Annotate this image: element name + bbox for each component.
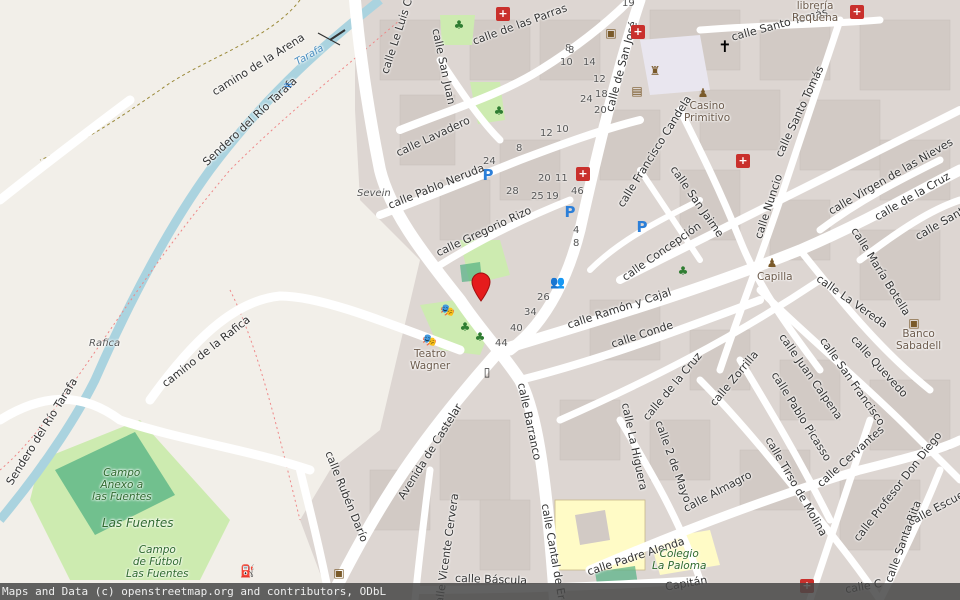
house-number: 28	[506, 186, 519, 197]
poi-label: Casino Primitivo	[684, 100, 731, 124]
tree-icon: ♣	[459, 320, 471, 334]
tree-icon: ♣	[493, 104, 505, 118]
pharmacy-icon[interactable]: +	[496, 7, 510, 21]
tree-icon: ♣	[453, 18, 465, 32]
traffic-light-icon: ▯	[483, 365, 491, 379]
water-icon: ≈	[282, 78, 294, 92]
parking-icon[interactable]: P	[481, 168, 495, 183]
map-attribution: Maps and Data (c) openstreetmap.org and …	[0, 583, 960, 600]
theatre-icon[interactable]: 🎭	[422, 333, 437, 347]
poi-label: Sevein	[357, 188, 391, 199]
pharmacy-icon[interactable]: +	[850, 5, 864, 19]
house-number: 20	[538, 173, 551, 184]
house-number: 20	[594, 105, 607, 116]
house-number: 10	[556, 124, 569, 135]
house-number: 44	[495, 338, 508, 349]
tree-icon: ♣	[474, 330, 486, 344]
monument-icon[interactable]: ♜	[648, 64, 662, 78]
poi-label: Capilla	[757, 271, 793, 283]
theatre-icon[interactable]: 🎭	[440, 303, 455, 317]
house-number: 12	[540, 128, 553, 139]
poi-label: Teatro Wagner	[410, 348, 451, 372]
location-marker-icon[interactable]	[470, 272, 492, 302]
parking-icon[interactable]: P	[635, 220, 649, 235]
house-number: 10	[560, 57, 573, 68]
poi-label: Banco Sabadell	[896, 328, 942, 352]
bank-icon[interactable]: ▣	[604, 26, 618, 40]
pharmacy-icon[interactable]: +	[576, 167, 590, 181]
poi-label: Las Fuentes	[102, 516, 174, 530]
house-number: 46	[571, 186, 584, 197]
fuel-icon[interactable]: ⛽	[240, 564, 255, 578]
house-number: 14	[583, 57, 596, 68]
house-number: 24	[580, 94, 593, 105]
pharmacy-icon[interactable]: +	[736, 154, 750, 168]
parking-icon[interactable]: P	[563, 205, 577, 220]
monument-icon[interactable]: ♟	[696, 86, 710, 100]
house-number: 18	[595, 89, 608, 100]
tree-icon: ♣	[677, 264, 689, 278]
bank-icon[interactable]: ▣	[907, 316, 921, 330]
poi-label: Campo Anexo a las Fuentes	[92, 467, 152, 503]
house-number: 8	[516, 143, 523, 154]
house-number: 34	[524, 307, 537, 318]
house-number: 19	[546, 191, 559, 202]
people-icon[interactable]: 👥	[550, 275, 565, 289]
monument-icon[interactable]: ♟	[765, 256, 779, 270]
poi-label: Rafica	[89, 338, 121, 349]
house-number: 19	[622, 0, 635, 9]
house-number: 8	[573, 238, 580, 249]
church-icon[interactable]: ✝	[718, 39, 732, 55]
house-number: 8	[568, 45, 575, 56]
poi-label: Colegio La Paloma	[652, 548, 707, 572]
pharmacy-icon[interactable]: +	[631, 25, 645, 39]
map-view[interactable]: calle Le Luis Calv calle de las Parras c…	[0, 0, 960, 600]
house-number: 4	[573, 225, 580, 236]
library-icon[interactable]: ▤	[630, 84, 644, 98]
poi-label: librería Requena	[792, 0, 839, 24]
house-number: 11	[555, 173, 568, 184]
house-number: 25	[531, 191, 544, 202]
bus-stop-icon[interactable]: ▣	[332, 566, 346, 580]
poi-label: Campo de Fútbol Las Fuentes	[126, 544, 189, 580]
house-number: 40	[510, 323, 523, 334]
house-number: 12	[593, 74, 606, 85]
house-number: 26	[537, 292, 550, 303]
